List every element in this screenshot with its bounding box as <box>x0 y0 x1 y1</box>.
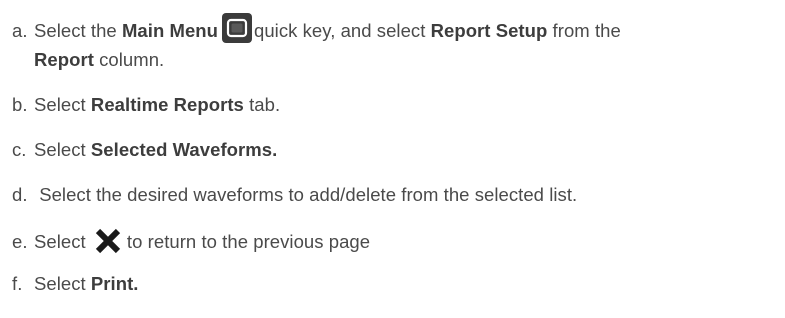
step-letter: c. <box>12 139 27 160</box>
step-letter: f. <box>12 273 23 294</box>
step-e: e. Select to return to the previous page <box>12 228 370 254</box>
step-f: f. Select Print. <box>12 273 139 295</box>
step-letter: e. <box>12 231 28 252</box>
main-menu-key-icon <box>222 13 252 43</box>
step-bold-text: Report Setup <box>430 20 548 41</box>
step-bold-text: Report <box>34 49 94 70</box>
step-d: d. Select the desired waveforms to add/d… <box>12 184 577 206</box>
step-bold-text: Main Menu <box>121 20 218 41</box>
step-a: a. Select the Main Menu quick key, and sel… <box>12 13 621 43</box>
step-text: Select the desired waveforms to add/dele… <box>34 184 578 205</box>
step-bold-text: Print. <box>90 273 139 294</box>
step-text: Select <box>34 94 91 115</box>
step-text: column. <box>93 49 165 70</box>
step-bold-text: Selected Waveforms. <box>90 139 278 160</box>
step-a-continued: Report column. <box>34 49 164 71</box>
step-bold-text: Realtime Reports <box>90 94 244 115</box>
step-text: tab. <box>243 94 281 115</box>
step-text: to return to the previous page <box>126 231 371 252</box>
instruction-steps: a. Select the Main Menu quick key, and sel… <box>0 0 785 318</box>
step-c: c. Select Selected Waveforms. <box>12 139 277 161</box>
step-letter: b. <box>12 94 28 115</box>
step-text: Select <box>34 139 91 160</box>
step-letter: d. <box>12 184 28 205</box>
step-text: Select the <box>34 20 122 41</box>
close-x-icon <box>95 228 121 254</box>
step-text: from the <box>547 20 621 41</box>
step-text: Select <box>34 231 91 252</box>
step-b: b. Select Realtime Reports tab. <box>12 94 280 116</box>
step-text: Select <box>34 273 91 294</box>
step-letter: a. <box>12 20 28 41</box>
step-text: quick key, and select <box>254 20 431 41</box>
